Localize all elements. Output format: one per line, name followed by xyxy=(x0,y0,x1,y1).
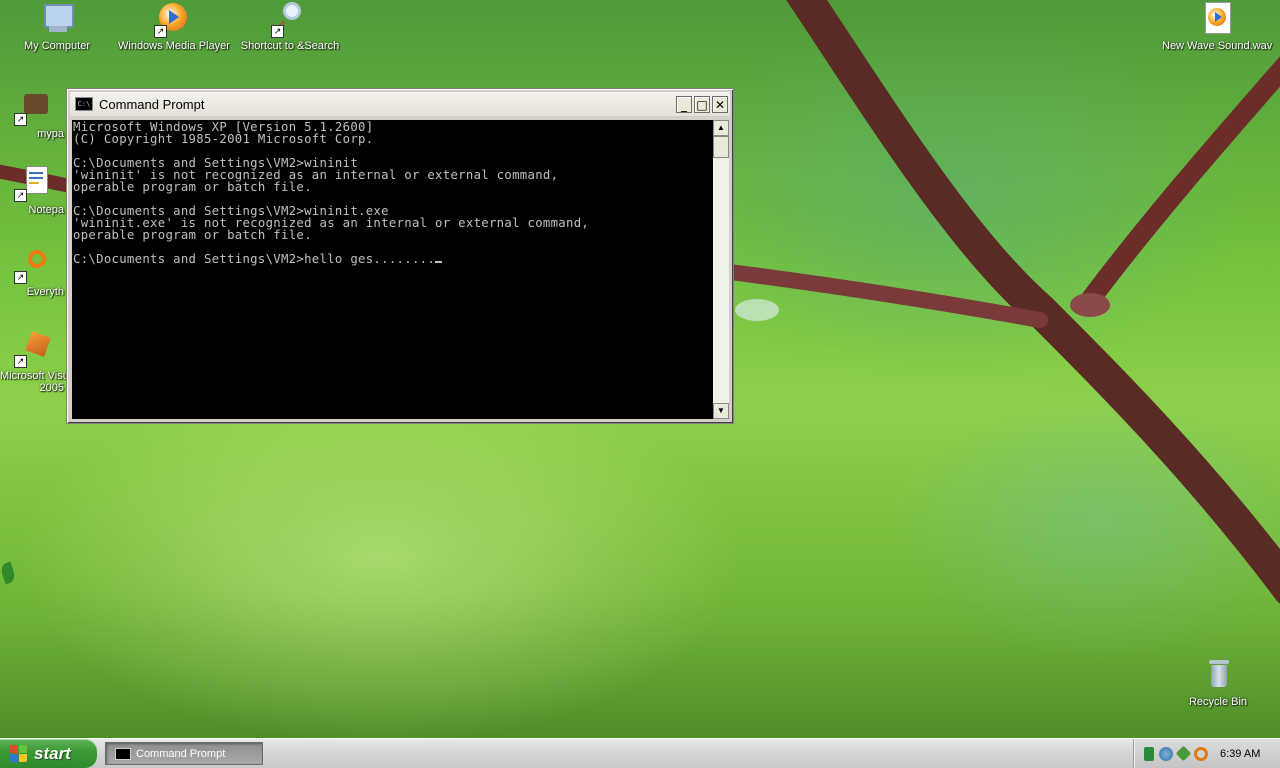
wave-sound-icon xyxy=(1200,2,1234,36)
scroll-down-button[interactable]: ▼ xyxy=(713,403,729,419)
command-prompt-window[interactable]: C:\ Command Prompt _ □ ✕ Microsoft Windo… xyxy=(66,88,734,424)
recycle-bin-icon xyxy=(1201,658,1235,692)
desktop-icon-mypa[interactable]: ↗ mypa xyxy=(0,90,66,140)
console-text: Microsoft Windows XP [Version 5.1.2600] … xyxy=(73,120,590,266)
console-output[interactable]: Microsoft Windows XP [Version 5.1.2600] … xyxy=(72,120,713,419)
cmd-icon: C:\ xyxy=(75,97,93,111)
desktop-icon-everything[interactable]: ↗ Everyth xyxy=(0,248,66,298)
window-titlebar[interactable]: C:\ Command Prompt _ □ ✕ xyxy=(70,92,730,116)
desktop: My Computer ↗ Windows Media Player ↗ Sho… xyxy=(0,0,1280,738)
everything-icon: ↗ xyxy=(14,248,50,284)
start-label: start xyxy=(34,743,71,763)
window-title: Command Prompt xyxy=(99,96,205,112)
folder-shortcut-icon: ↗ xyxy=(14,90,50,126)
media-player-icon: ↗ xyxy=(154,2,190,38)
desktop-icon-my-computer[interactable]: My Computer xyxy=(2,2,112,52)
taskbar-button-command-prompt[interactable]: Command Prompt xyxy=(105,742,263,765)
vertical-scrollbar[interactable]: ▲ ▼ xyxy=(713,120,729,419)
close-button[interactable]: ✕ xyxy=(712,95,728,113)
scroll-thumb[interactable] xyxy=(713,136,729,158)
cmd-icon xyxy=(115,747,131,760)
taskbar: start Command Prompt 6:39 AM xyxy=(0,738,1280,768)
text-cursor xyxy=(435,261,443,263)
search-icon: ↗ xyxy=(271,2,307,38)
volume-icon[interactable] xyxy=(1159,746,1173,761)
start-button[interactable]: start xyxy=(0,739,97,768)
desktop-icon-search-shortcut[interactable]: ↗ Shortcut to &Search xyxy=(235,2,345,52)
minimize-button[interactable]: _ xyxy=(676,95,692,113)
scroll-up-button[interactable]: ▲ xyxy=(713,120,729,136)
windows-logo-icon xyxy=(10,744,28,763)
my-computer-icon xyxy=(40,2,74,36)
network-icon[interactable] xyxy=(1144,746,1154,761)
visual-studio-icon: ↗ xyxy=(14,331,51,368)
system-tray: 6:39 AM xyxy=(1133,739,1280,768)
clock[interactable]: 6:39 AM xyxy=(1220,748,1260,760)
desktop-icon-recycle-bin[interactable]: Recycle Bin xyxy=(1163,658,1273,708)
security-icon[interactable] xyxy=(1175,745,1192,762)
search-tray-icon[interactable] xyxy=(1194,746,1208,761)
desktop-icon-notepad[interactable]: ↗ Notepa xyxy=(0,166,66,216)
desktop-icon-new-wave-sound[interactable]: New Wave Sound.wav xyxy=(1162,2,1272,52)
taskbar-button-label: Command Prompt xyxy=(136,747,226,760)
maximize-button[interactable]: □ xyxy=(694,95,710,113)
desktop-icon-visual-studio[interactable]: ↗ Microsoft Visu 2005 xyxy=(0,331,69,394)
notepad-icon: ↗ xyxy=(14,166,50,202)
desktop-icon-windows-media-player[interactable]: ↗ Windows Media Player xyxy=(118,2,230,52)
